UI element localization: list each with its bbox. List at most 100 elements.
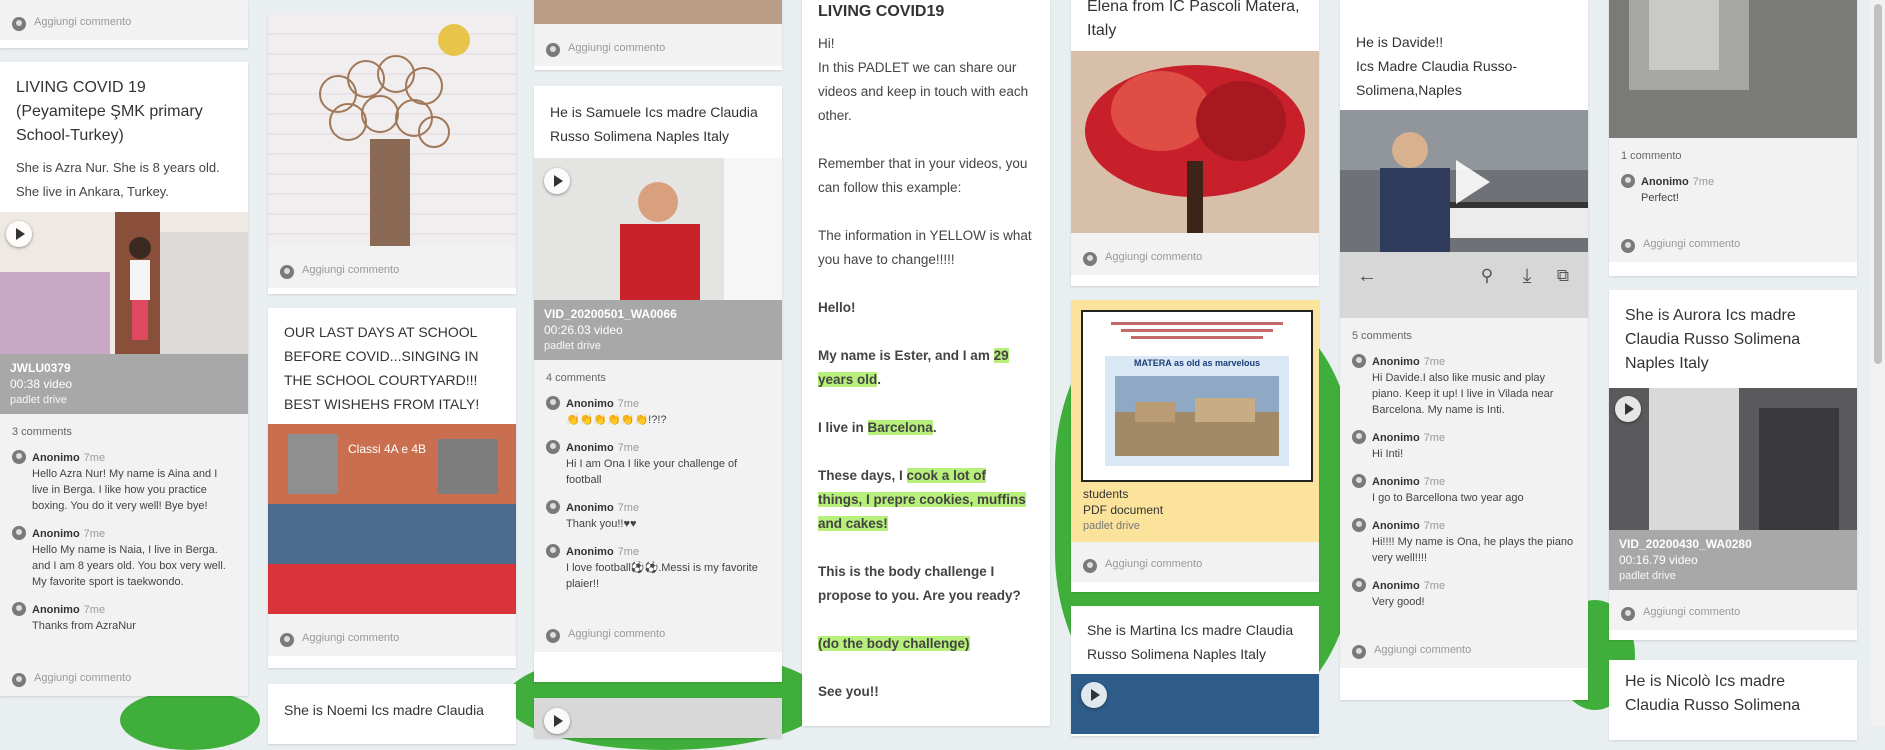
add-comment[interactable]: Aggiungi commento [1071, 233, 1319, 275]
document-preview[interactable]: MATERA as old as marvelous students PDF … [1071, 300, 1319, 542]
attachment-info[interactable]: JWLU0379 00:38 video padlet drive [0, 354, 248, 414]
post-image[interactable] [1609, 0, 1857, 138]
add-comment[interactable]: Aggiungi commento [1609, 224, 1857, 262]
post-title: He is Samuele Ics madre Claudia Russo So… [550, 104, 758, 144]
avatar-icon [1352, 430, 1366, 444]
zoom-in-icon[interactable]: ⚲ [1476, 265, 1498, 287]
video-thumbnail[interactable] [1340, 110, 1588, 252]
add-comment[interactable]: Aggiungi commento [534, 610, 782, 652]
avatar-icon [546, 440, 560, 454]
text-span: These days, I [818, 468, 907, 483]
open-external-icon[interactable]: ⧉ [1552, 265, 1574, 287]
comment-time: 7me [617, 502, 640, 514]
add-comment[interactable]: Aggiungi commento [268, 614, 516, 656]
post-card-martina[interactable]: She is Martina Ics madre Claudia Russo S… [1071, 606, 1319, 736]
comment-count: 4 comments [546, 372, 606, 384]
play-icon[interactable] [1615, 396, 1641, 422]
comment: Anonimo 7me Very good! [1352, 576, 1576, 610]
add-comment[interactable]: Aggiungi commento [1340, 628, 1588, 668]
text-span: My name is Ester, and I am [818, 348, 994, 363]
video-thumbnail[interactable] [1609, 388, 1857, 530]
post-title: LIVING COVID 19 (Peyamitepe ŞMK primary … [16, 79, 203, 144]
video-thumbnail[interactable] [0, 212, 248, 354]
comment-author: Anonimo [566, 502, 614, 514]
attachment-type: 00:26.03 video [544, 323, 623, 337]
post-card-davide[interactable]: He is Davide!! Ics Madre Claudia Russo-S… [1340, 0, 1588, 700]
play-icon[interactable] [544, 168, 570, 194]
attachment-info[interactable]: VID_20200501_WA0066 00:26.03 video padle… [534, 300, 782, 360]
post-card-samuele[interactable]: He is Samuele Ics madre Claudia Russo So… [534, 86, 782, 682]
comment: Anonimo 7me Hello My name is Naia, I live … [12, 524, 236, 590]
video-thumbnail[interactable] [534, 158, 782, 300]
video-thumbnail[interactable] [534, 698, 782, 738]
avatar-icon [1621, 607, 1635, 621]
play-icon[interactable] [1456, 160, 1490, 204]
attachment-source: padlet drive [544, 340, 601, 352]
attachment-type: 00:38 video [10, 377, 73, 391]
avatar-icon [12, 673, 26, 687]
post-body: Hi! In this PADLET we can share our vide… [802, 24, 1050, 704]
post-image[interactable]: Classi 4A e 4B [268, 424, 516, 614]
comment-author: Anonimo [1372, 520, 1420, 532]
video-frame-image [0, 212, 248, 354]
comment: Anonimo 7me 👏👏👏👏👏👏!?!? [546, 394, 770, 428]
add-comment[interactable]: Aggiungi commento [1609, 590, 1857, 630]
add-comment[interactable]: Aggiungi commento [1071, 542, 1319, 582]
play-icon[interactable] [6, 221, 32, 247]
add-comment-label: Aggiungi commento [1643, 606, 1741, 618]
comment-time: 7me [617, 442, 640, 454]
post-card[interactable]: Aggiungi commento [534, 0, 782, 70]
comment-author: Anonimo [1372, 356, 1420, 368]
comments-section: 5 comments Anonimo 7me Hi Davide.I also li… [1340, 318, 1588, 628]
avatar-icon [1621, 239, 1635, 253]
post-card-aurora[interactable]: She is Aurora Ics madre Claudia Russo So… [1609, 290, 1857, 640]
post-card-nicolo[interactable]: He is Nicolò Ics madre Claudia Russo Sol… [1609, 660, 1857, 740]
comment: Anonimo 7me Thank you!!♥♥ [546, 498, 770, 532]
document-heading: MATERA as old as marvelous [1133, 358, 1261, 368]
avatar-icon [1352, 578, 1366, 592]
comment-count: 1 commento [1621, 150, 1682, 162]
add-comment-label: Aggiungi commento [1643, 238, 1741, 250]
avatar-icon [546, 544, 560, 558]
post-card-azra[interactable]: LIVING COVID 19 (Peyamitepe ŞMK primary … [0, 62, 248, 696]
post-title: She is Martina Ics madre Claudia Russo S… [1087, 622, 1294, 662]
post-card-singing[interactable]: OUR LAST DAYS AT SCHOOL BEFORE COVID...S… [268, 308, 516, 668]
attachment-source: padlet drive [10, 394, 67, 406]
add-comment[interactable]: Aggiungi commento [268, 246, 516, 288]
post-image[interactable] [534, 0, 782, 24]
post-card[interactable] [534, 698, 782, 738]
play-icon[interactable] [1081, 682, 1107, 708]
add-comment[interactable]: Aggiungi commento [534, 24, 782, 66]
attachment-type: 00:16.79 video [1619, 553, 1698, 567]
play-icon[interactable] [544, 708, 570, 734]
video-thumbnail[interactable] [1071, 674, 1319, 734]
post-card-elena[interactable]: Elena from IC Pascoli Matera, Italy Aggi… [1071, 0, 1319, 286]
post-card[interactable]: 1 commento Anonimo 7me Perfect! Aggiungi c… [1609, 0, 1857, 276]
post-image[interactable] [268, 14, 516, 246]
scrollbar[interactable] [1871, 0, 1885, 726]
media-toolbar: ← ⚲ ⤓ ⧉ [1340, 252, 1588, 318]
post-card-tree[interactable]: Aggiungi commento [268, 14, 516, 294]
comment-time: 7me [1423, 432, 1446, 444]
attachment-info[interactable]: VID_20200430_WA0280 00:16.79 video padle… [1609, 530, 1857, 590]
attachment-info[interactable]: students PDF document padlet drive [1071, 478, 1319, 542]
paragraph: In this PADLET we can share our videos a… [818, 60, 1029, 123]
scrollbar-thumb[interactable] [1874, 4, 1882, 364]
comments-section: 3 comments Anonimo 7me Hello Azra Nur! My … [0, 414, 248, 652]
add-comment[interactable]: Aggiungi commento [0, 0, 248, 40]
post-card-instructions[interactable]: LIVING COVID19 Hi! In this PADLET we can… [802, 0, 1050, 726]
comment-text: Hi Davide.I also like music and play pia… [1372, 372, 1554, 416]
post-card-noemi[interactable]: She is Noemi Ics madre Claudia [268, 684, 516, 744]
comment-author: Anonimo [1641, 176, 1689, 188]
comment-author: Anonimo [566, 442, 614, 454]
download-icon[interactable]: ⤓ [1516, 265, 1538, 287]
comment-time: 7me [617, 398, 640, 410]
post-title: OUR LAST DAYS AT SCHOOL BEFORE COVID...S… [284, 324, 480, 412]
back-arrow-icon[interactable]: ← [1356, 265, 1378, 287]
post-image[interactable] [1071, 51, 1319, 233]
comment-author: Anonimo [32, 604, 80, 616]
avatar-icon [280, 633, 294, 647]
city-photo [1115, 376, 1279, 456]
post-card-document[interactable]: MATERA as old as marvelous students PDF … [1071, 300, 1319, 592]
add-comment[interactable]: Aggiungi commento [0, 652, 248, 696]
